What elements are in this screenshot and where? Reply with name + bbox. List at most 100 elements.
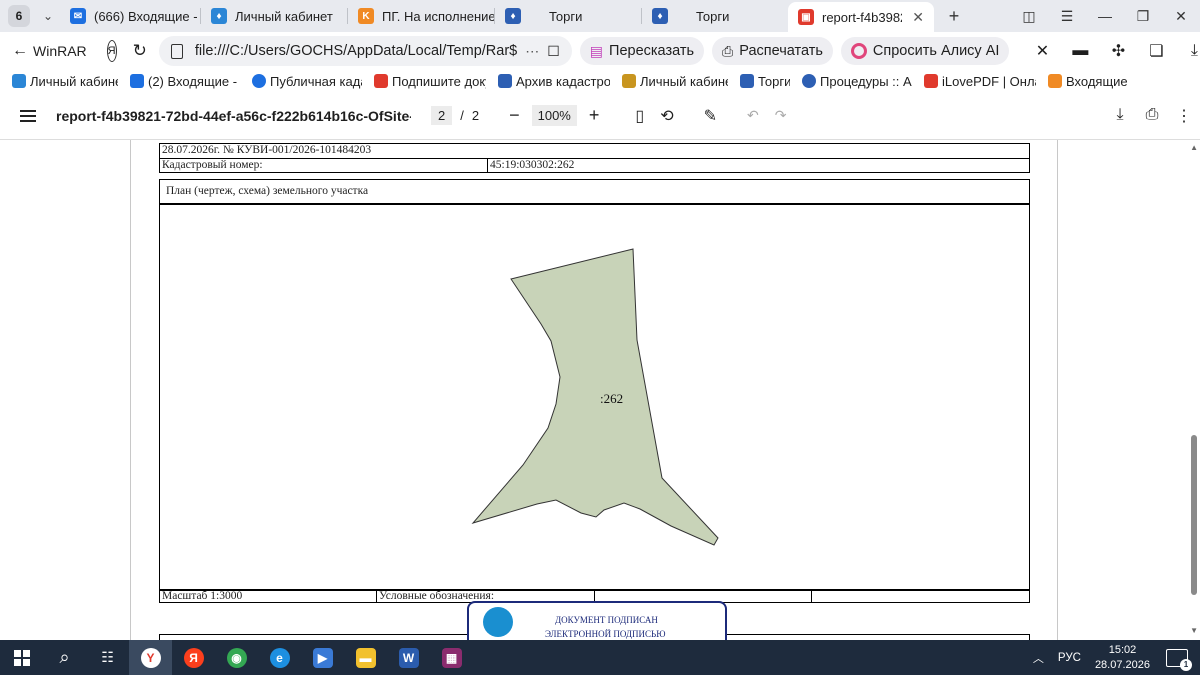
collections-icon[interactable]: ❏ [1137, 41, 1175, 61]
pdf-viewer[interactable]: 28.07.2026г. № КУВИ-001/2026-101484203 К… [0, 140, 1200, 640]
profile-icon[interactable]: ◫ [1010, 8, 1048, 25]
tab-counter[interactable]: 6 [8, 5, 30, 27]
more-icon[interactable]: ⋯ [525, 43, 539, 60]
zoom-level[interactable]: 100% [531, 105, 577, 126]
clock-date: 28.07.2026 [1094, 658, 1150, 671]
scroll-up-icon[interactable]: ▲ [1190, 143, 1198, 152]
bookmark-label: Публичная кадастровая [270, 73, 362, 89]
hat-icon[interactable]: ▬ [1061, 42, 1099, 60]
tab-label: (666) Входящие - Почта [94, 8, 200, 24]
edge-icon: e [269, 647, 290, 668]
yandex-icon[interactable]: Я [106, 40, 117, 62]
retell-button[interactable]: ▤ Пересказать [579, 37, 705, 65]
ask-alice-button[interactable]: Спросить Алису AI [840, 37, 1010, 65]
pdf-toolbar: report-f4b39821-72bd-44ef-a56c-f222b614b… [0, 92, 1200, 140]
bookmark-item[interactable]: Личный кабинет [12, 74, 118, 89]
chevron-up-icon[interactable]: ︿ [1033, 650, 1044, 666]
url-field[interactable]: file:///C:/Users/GOCHS/AppData/Local/Tem… [158, 36, 572, 66]
system-tray: ︿ РУС 15:02 28.07.2026 1 [1033, 643, 1200, 673]
extensions-icon[interactable]: ✣ [1099, 41, 1137, 61]
new-tab-button[interactable]: + [940, 6, 968, 27]
tab-torgi-2[interactable]: ♦ Торги [642, 3, 788, 29]
taskbar-winrar[interactable]: ▦ [430, 640, 473, 675]
scale-label: Масштаб 1:3000 [159, 589, 377, 603]
media-player-icon: ▶ [312, 647, 333, 668]
bookmark-k-icon [1048, 74, 1062, 88]
scrollbar[interactable]: ▲ ▼ [1188, 140, 1200, 640]
taskbar-chrome[interactable]: ◉ [215, 640, 258, 675]
clock[interactable]: 15:02 28.07.2026 [1095, 643, 1150, 673]
minimize-button[interactable]: — [1086, 8, 1124, 24]
page-number-input[interactable]: 2 [431, 106, 453, 125]
scroll-down-icon[interactable]: ▼ [1190, 626, 1198, 635]
download-icon[interactable]: ⤓ [1104, 106, 1136, 126]
restore-button[interactable]: ❐ [1124, 8, 1162, 25]
menu-icon[interactable]: ☰ [1048, 8, 1086, 25]
bookmark-item[interactable]: Архив кадастровых [498, 74, 610, 89]
page-separator: / [460, 108, 464, 123]
reload-icon[interactable]: ↻ [133, 41, 147, 61]
bookmark-item[interactable]: Личный кабинет [622, 74, 728, 89]
tab-report-active[interactable]: ▣ report-f4b39821-72bd-44ef-a56c-f222b61… [788, 2, 934, 32]
bookmark-item[interactable]: Торги [740, 74, 790, 89]
chevron-down-icon[interactable]: ⌄ [36, 9, 60, 23]
bookmark-item[interactable]: iLovePDF | Онлайн [924, 74, 1036, 89]
alice-icon [850, 43, 867, 59]
windows-icon [13, 649, 30, 666]
download-icon[interactable]: ⤓ [1175, 42, 1200, 60]
bookmark-label: Архив кадастровых [516, 73, 610, 89]
start-button[interactable] [0, 640, 43, 675]
bookmark-label: Входящие [1066, 73, 1128, 89]
task-view-icon: ☷ [101, 649, 114, 665]
taskbar-yandex-browser[interactable]: Y [129, 640, 172, 675]
rotate-icon[interactable]: ⟲ [660, 106, 673, 126]
taskbar-yandex[interactable]: Я [172, 640, 215, 675]
more-vertical-icon[interactable]: ⋮ [1168, 106, 1200, 126]
language-indicator[interactable]: РУС [1058, 652, 1081, 664]
scroll-thumb[interactable] [1191, 435, 1197, 595]
bookmark-item[interactable]: Процедуры :: Акт [802, 74, 912, 89]
tools-icon[interactable]: ✕ [1023, 41, 1061, 61]
zoom-out-button[interactable]: − [509, 105, 520, 126]
bookmark-item[interactable]: Подпишите документ [374, 74, 486, 89]
undo-icon[interactable]: ↶ [747, 107, 759, 124]
map-icon [252, 74, 266, 88]
bookmark-item[interactable]: (2) Входящие - Почта [130, 74, 240, 89]
print-button[interactable]: ⎙ Распечатать [712, 37, 833, 65]
taskbar-explorer[interactable]: ▬ [344, 640, 387, 675]
globe-icon [802, 74, 816, 88]
zoom-in-button[interactable]: + [589, 105, 600, 126]
bookmark-item[interactable]: Входящие [1048, 74, 1134, 89]
notification-center[interactable]: 1 [1166, 648, 1192, 671]
printer-icon[interactable]: ⎙ [1136, 106, 1168, 126]
back-button[interactable]: ← WinRAR [12, 42, 87, 60]
print-label: Распечатать [739, 43, 823, 59]
bookmark-label: Процедуры :: Акт [820, 73, 912, 89]
eagle-icon: ♦ [505, 8, 521, 24]
redo-icon[interactable]: ↷ [775, 107, 787, 124]
taskbar-edge[interactable]: e [258, 640, 301, 675]
retell-icon: ▤ [589, 42, 604, 59]
task-view-button[interactable]: ☷ [86, 640, 129, 675]
bookmark-icon[interactable]: ☐ [547, 43, 560, 60]
pdf-page: 28.07.2026г. № КУВИ-001/2026-101484203 К… [130, 140, 1058, 640]
tab-mail[interactable]: ✉ (666) Входящие - Почта [60, 3, 200, 29]
tab-cabinet[interactable]: ♦ Личный кабинет [201, 3, 347, 29]
tab-torgi-1[interactable]: ♦ Торги [495, 3, 641, 29]
taskbar-media[interactable]: ▶ [301, 640, 344, 675]
tab-pg[interactable]: K ПГ. На исполнение [348, 3, 494, 29]
taskbar-word[interactable]: W [387, 640, 430, 675]
close-icon[interactable]: ✕ [912, 9, 924, 26]
annotate-icon[interactable]: ✎ [704, 106, 717, 126]
arrow-left-icon: ← [12, 42, 28, 59]
folder-icon: ▬ [355, 647, 376, 668]
menu-icon[interactable] [20, 109, 36, 122]
fit-page-icon[interactable]: ▯ [635, 106, 644, 126]
stamp-line-1: ДОКУМЕНТ ПОДПИСАН [555, 615, 658, 625]
close-window-button[interactable]: ✕ [1162, 8, 1200, 25]
pdf-actions: ⤓ ⎙ ⋮ [1104, 106, 1200, 126]
yandex-icon: Я [183, 647, 204, 668]
search-button[interactable]: ⌕ [43, 640, 86, 675]
address-bar: ← WinRAR Я ↻ file:///C:/Users/GOCHS/AppD… [0, 32, 1200, 70]
bookmark-item[interactable]: Публичная кадастровая [252, 74, 362, 89]
